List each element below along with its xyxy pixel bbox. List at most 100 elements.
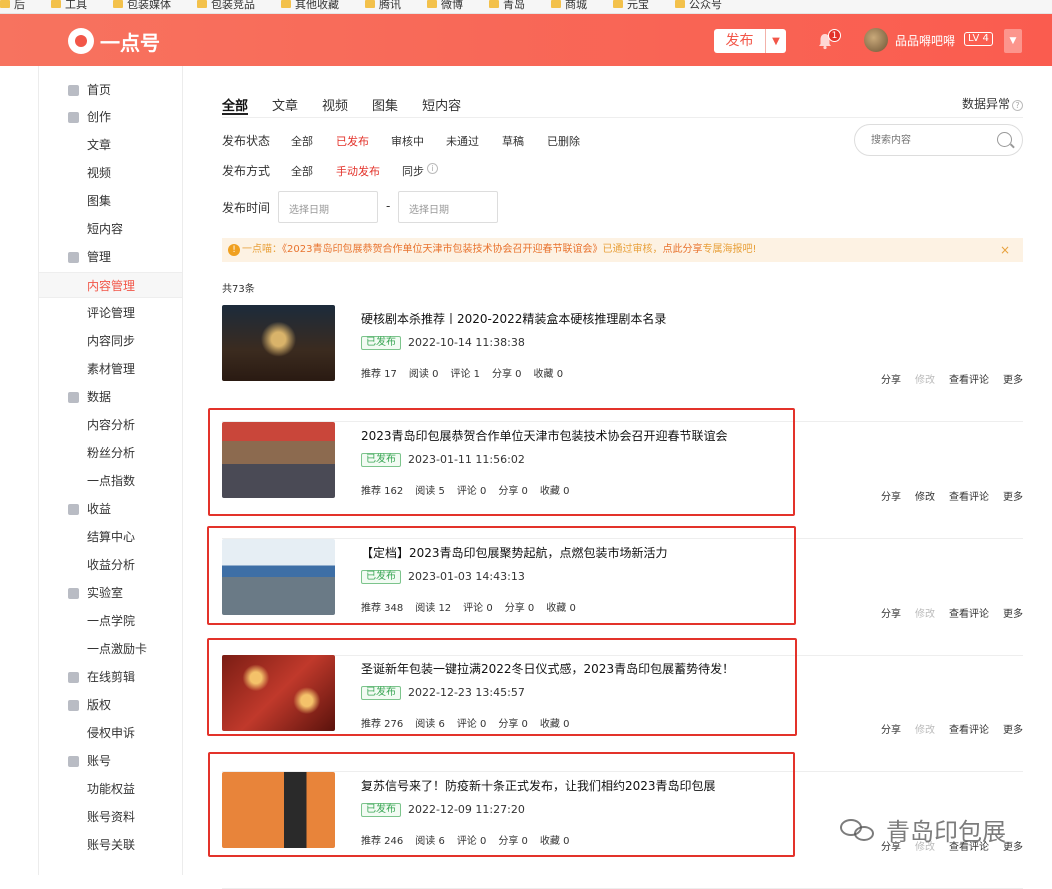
status-filter-option[interactable]: 全部: [291, 133, 313, 149]
tab[interactable]: 全部: [222, 95, 249, 115]
method-filter-option[interactable]: 手动发布: [336, 163, 380, 179]
sidebar-item[interactable]: 短内容: [39, 216, 182, 242]
sidebar-item[interactable]: 账号: [39, 748, 182, 774]
share-button[interactable]: 分享: [881, 375, 901, 386]
article-thumbnail[interactable]: [222, 539, 335, 615]
more-button[interactable]: 更多: [1003, 609, 1023, 620]
sidebar-item[interactable]: 功能权益: [39, 776, 182, 802]
tab[interactable]: 文章: [272, 95, 298, 115]
more-button[interactable]: 更多: [1003, 492, 1023, 503]
article-title[interactable]: 【定档】2023青岛印包展聚势起航，点燃包装市场新活力: [361, 544, 668, 561]
logo[interactable]: 一点号: [68, 27, 160, 55]
article-thumbnail[interactable]: [222, 772, 335, 848]
status-filter-option[interactable]: 已删除: [547, 133, 580, 149]
search-box[interactable]: [854, 124, 1023, 156]
sidebar-item[interactable]: 账号关联: [39, 832, 182, 858]
sidebar-item[interactable]: 粉丝分析: [39, 440, 182, 466]
sidebar-item[interactable]: 收益: [39, 496, 182, 522]
bookmark-item[interactable]: 其他收藏: [281, 0, 339, 10]
notice-share-link[interactable]: 点此分享: [662, 244, 702, 255]
close-icon[interactable]: ×: [1000, 243, 1010, 257]
search-input[interactable]: [871, 132, 991, 148]
status-filter-option[interactable]: 审核中: [391, 133, 424, 149]
edit-button[interactable]: 修改: [915, 492, 935, 503]
sidebar-item[interactable]: 文章: [39, 132, 182, 158]
bookmark-item[interactable]: 商城: [551, 0, 587, 10]
sidebar-item[interactable]: 一点激励卡: [39, 636, 182, 662]
share-button[interactable]: 分享: [881, 609, 901, 620]
view-comments-button[interactable]: 查看评论: [949, 375, 989, 386]
search-icon[interactable]: [997, 132, 1012, 147]
sidebar-item[interactable]: 内容同步: [39, 328, 182, 354]
bookmark-item[interactable]: 公众号: [675, 0, 722, 10]
chevron-down-icon[interactable]: ▼: [766, 29, 786, 53]
bookmark-item[interactable]: 元宝: [613, 0, 649, 10]
sidebar-item[interactable]: 一点指数: [39, 468, 182, 494]
tab[interactable]: 短内容: [422, 95, 461, 115]
help-icon[interactable]: ?: [1012, 100, 1024, 111]
data-anomaly-link[interactable]: 数据异常?: [962, 95, 1024, 112]
publish-button[interactable]: 发布 ▼: [714, 29, 786, 53]
article-thumbnail[interactable]: [222, 305, 335, 381]
bookmark-item[interactable]: 后: [0, 0, 25, 10]
edit-button[interactable]: 修改: [915, 725, 935, 736]
article-thumbnail[interactable]: [222, 422, 335, 498]
sidebar-item[interactable]: 素材管理: [39, 356, 182, 382]
sidebar-item[interactable]: 账号资料: [39, 804, 182, 830]
sidebar-item[interactable]: 管理: [39, 244, 182, 270]
more-button[interactable]: 更多: [1003, 375, 1023, 386]
avatar[interactable]: [864, 28, 888, 52]
bookmark-item[interactable]: 腾讯: [365, 0, 401, 10]
status-filter-option[interactable]: 草稿: [502, 133, 524, 149]
sidebar-item[interactable]: 内容分析: [39, 412, 182, 438]
bookmark-item[interactable]: 包装媒体: [113, 0, 171, 10]
status-filter-option[interactable]: 未通过: [446, 133, 479, 149]
sidebar-item[interactable]: 在线剪辑: [39, 664, 182, 690]
sidebar-item[interactable]: 数据: [39, 384, 182, 410]
sidebar-item[interactable]: 首页: [39, 77, 182, 103]
view-comments-button[interactable]: 查看评论: [949, 609, 989, 620]
sidebar-item[interactable]: 内容管理: [39, 272, 182, 298]
stat-item: 分享 0: [492, 369, 522, 380]
article-title[interactable]: 圣诞新年包装一键拉满2022冬日仪式感，2023青岛印包展蓄势待发！: [361, 660, 734, 677]
sidebar-item[interactable]: 评论管理: [39, 300, 182, 326]
article-thumbnail[interactable]: [222, 655, 335, 731]
more-button[interactable]: 更多: [1003, 725, 1023, 736]
article-title[interactable]: 复苏信号来了！防疫新十条正式发布，让我们相约2023青岛印包展: [361, 777, 716, 794]
article-title[interactable]: 2023青岛印包展恭贺合作单位天津市包装技术协会召开迎春节联谊会: [361, 427, 728, 444]
sidebar-item[interactable]: 版权: [39, 692, 182, 718]
method-filter-option[interactable]: 全部: [291, 163, 313, 179]
tab[interactable]: 视频: [322, 95, 348, 115]
method-filter-option[interactable]: 同步: [402, 163, 424, 179]
view-comments-button[interactable]: 查看评论: [949, 725, 989, 736]
sidebar-item[interactable]: 图集: [39, 188, 182, 214]
status-filter-option[interactable]: 已发布: [336, 133, 369, 149]
sidebar-item[interactable]: 侵权申诉: [39, 720, 182, 746]
start-date-input[interactable]: 选择日期: [278, 191, 378, 223]
edit-button[interactable]: 修改: [915, 609, 935, 620]
share-button[interactable]: 分享: [881, 725, 901, 736]
end-date-input[interactable]: 选择日期: [398, 191, 498, 223]
publish-label[interactable]: 发布: [714, 29, 766, 53]
username[interactable]: 品品嘚吧嘚: [895, 32, 955, 49]
bookmark-item[interactable]: 工具: [51, 0, 87, 10]
sidebar-item[interactable]: 收益分析: [39, 552, 182, 578]
more-button[interactable]: 更多: [1003, 842, 1023, 853]
edit-button[interactable]: 修改: [915, 375, 935, 386]
bookmark-label: 包装媒体: [127, 0, 171, 11]
view-comments-button[interactable]: 查看评论: [949, 492, 989, 503]
user-menu-chevron-icon[interactable]: ▼: [1004, 29, 1022, 53]
notice-title[interactable]: 《2023青岛印包展恭贺合作单位天津市包装技术协会召开迎春节联谊会》: [282, 244, 602, 255]
share-button[interactable]: 分享: [881, 492, 901, 503]
sidebar-item[interactable]: 一点学院: [39, 608, 182, 634]
bookmark-item[interactable]: 包装竞品: [197, 0, 255, 10]
article-title[interactable]: 硬核剧本杀推荐丨2020-2022精装盒本硬核推理剧本名录: [361, 310, 666, 327]
tab[interactable]: 图集: [372, 95, 398, 115]
bookmark-item[interactable]: 微博: [427, 0, 463, 10]
sidebar-item[interactable]: 创作: [39, 104, 182, 130]
info-icon[interactable]: i: [427, 163, 438, 174]
bookmark-item[interactable]: 青岛: [489, 0, 525, 10]
sidebar-item[interactable]: 实验室: [39, 580, 182, 606]
sidebar-item[interactable]: 视频: [39, 160, 182, 186]
sidebar-item[interactable]: 结算中心: [39, 524, 182, 550]
